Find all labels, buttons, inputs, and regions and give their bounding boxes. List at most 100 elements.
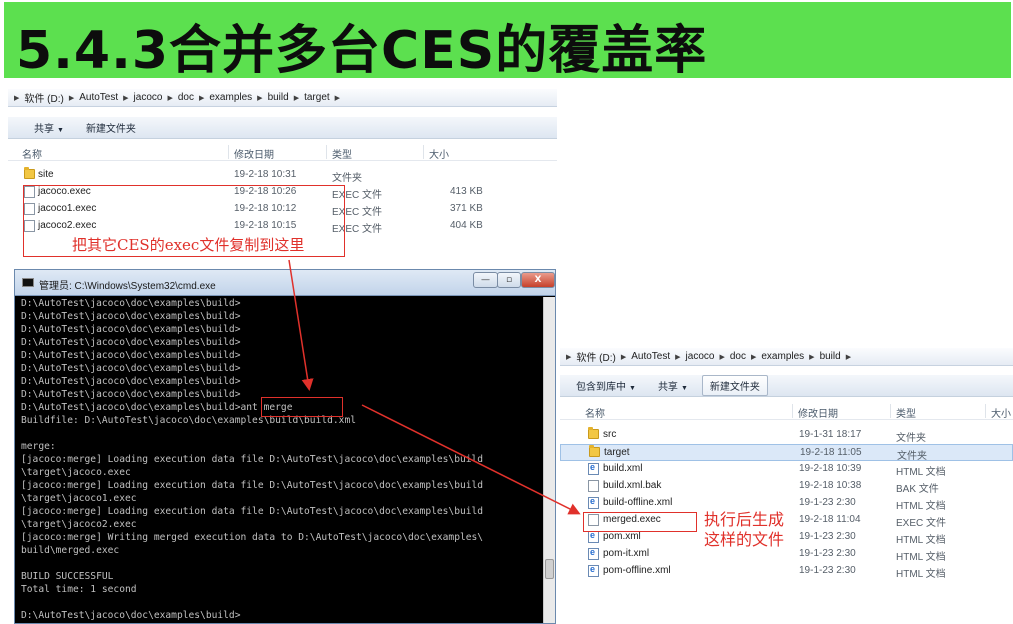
file-name: pom-it.xml xyxy=(603,548,650,559)
file-name: build.xml xyxy=(603,463,643,474)
column-type[interactable]: 类型 xyxy=(332,146,352,161)
chevron-right-icon[interactable]: ▶ xyxy=(121,94,130,102)
scrollbar[interactable] xyxy=(543,297,555,623)
breadcrumb-item[interactable]: examples xyxy=(206,92,255,103)
column-date[interactable]: 修改日期 xyxy=(798,405,838,420)
generated-file-annotation-line2: 这样的文件 xyxy=(704,530,785,549)
file-row[interactable]: pom-offline.xml 19-1-23 2:30 HTML 文档 xyxy=(560,563,1013,580)
chevron-right-icon[interactable]: ▶ xyxy=(564,353,573,361)
share-menu-button[interactable]: 共享 ▼ xyxy=(650,375,696,396)
breadcrumb-item[interactable]: AutoTest xyxy=(628,351,673,362)
column-divider[interactable] xyxy=(890,404,891,418)
breadcrumb-item[interactable]: 软件 (D:) xyxy=(573,349,618,364)
chevron-right-icon[interactable]: ▶ xyxy=(807,353,816,361)
slide-title: 5.4.3合并多台CES的覆盖率 xyxy=(16,21,708,81)
cmd-line xyxy=(21,557,545,570)
column-size[interactable]: 大小 xyxy=(429,146,449,161)
include-library-menu-button[interactable]: 包含到库中 ▼ xyxy=(568,375,644,396)
maximize-button[interactable]: ▫ xyxy=(497,272,521,288)
cmd-output[interactable]: D:\AutoTest\jacoco\doc\examples\build> D:… xyxy=(21,297,545,622)
xml-file-icon xyxy=(588,564,599,577)
xml-file-icon xyxy=(588,462,599,475)
file-row[interactable]: build-offline.xml 19-1-23 2:30 HTML 文档 xyxy=(560,495,1013,512)
merged-exec-highlight-box xyxy=(583,512,697,532)
file-row[interactable]: site 19-2-18 10:31 文件夹 xyxy=(8,167,557,184)
file-row[interactable]: build.xml 19-2-18 10:39 HTML 文档 xyxy=(560,461,1013,478)
new-folder-button[interactable]: 新建文件夹 xyxy=(78,117,144,138)
chevron-right-icon[interactable]: ▶ xyxy=(844,353,853,361)
chevron-right-icon[interactable]: ▶ xyxy=(255,94,264,102)
scrollbar-thumb[interactable] xyxy=(545,559,554,579)
chevron-right-icon[interactable]: ▶ xyxy=(333,94,342,102)
breadcrumb-item[interactable]: jacoco xyxy=(683,351,718,362)
file-name: src xyxy=(603,429,617,440)
column-divider[interactable] xyxy=(326,145,327,159)
file-row[interactable]: pom-it.xml 19-1-23 2:30 HTML 文档 xyxy=(560,546,1013,563)
copy-exec-annotation: 把其它CES的exec文件复制到这里 xyxy=(72,236,305,254)
chevron-right-icon[interactable]: ▶ xyxy=(165,94,174,102)
address-breadcrumb[interactable]: ▶ 软件 (D:) ▶ AutoTest ▶ jacoco ▶ doc ▶ examples ▶ bu… xyxy=(560,348,1013,366)
file-type: HTML 文档 xyxy=(896,501,946,512)
new-folder-button[interactable]: 新建文件夹 xyxy=(701,375,768,396)
chevron-right-icon[interactable]: ▶ xyxy=(12,94,21,102)
breadcrumb-item[interactable]: doc xyxy=(175,92,197,103)
cmd-line: D:\AutoTest\jacoco\doc\examples\build> xyxy=(21,311,241,322)
file-date: 19-1-23 2:30 xyxy=(799,497,856,508)
cmd-line: \target\jacoco2.exec xyxy=(21,519,137,530)
cmd-icon xyxy=(22,278,34,287)
file-type: 文件夹 xyxy=(332,173,362,184)
minimize-button[interactable]: — xyxy=(473,272,498,288)
file-date: 19-2-18 11:04 xyxy=(799,514,861,525)
folder-icon xyxy=(24,167,35,179)
file-date: 19-2-18 11:05 xyxy=(800,447,862,458)
cmd-line: D:\AutoTest\jacoco\doc\examples\build> xyxy=(21,376,241,387)
cmd-line: D:\AutoTest\jacoco\doc\examples\build> xyxy=(21,298,241,309)
chevron-right-icon[interactable]: ▶ xyxy=(673,353,682,361)
cmd-line: D:\AutoTest\jacoco\doc\examples\build> xyxy=(21,350,241,361)
column-date[interactable]: 修改日期 xyxy=(234,146,274,161)
explorer-toolbar: 共享 ▼ 新建文件夹 xyxy=(8,117,557,139)
chevron-right-icon[interactable]: ▶ xyxy=(749,353,758,361)
cmd-line: D:\AutoTest\jacoco\doc\examples\build> xyxy=(21,363,241,374)
breadcrumb-item[interactable]: examples xyxy=(758,351,807,362)
address-breadcrumb[interactable]: ▶ 软件 (D:) ▶ AutoTest ▶ jacoco ▶ doc ▶ examples ▶ bu… xyxy=(8,89,557,107)
breadcrumb-item[interactable]: jacoco xyxy=(131,92,166,103)
breadcrumb-item[interactable]: doc xyxy=(727,351,749,362)
cmd-line: Total time: 1 second xyxy=(21,584,137,595)
cmd-line: [jacoco:merge] Writing merged execution … xyxy=(21,532,484,543)
cmd-line: \target\jacoco.exec xyxy=(21,467,131,478)
column-size[interactable]: 大小 xyxy=(991,405,1011,420)
chevron-right-icon[interactable]: ▶ xyxy=(619,353,628,361)
file-date: 19-1-23 2:30 xyxy=(799,531,856,542)
file-name: build-offline.xml xyxy=(603,497,673,508)
cmd-line: merge: xyxy=(21,441,56,452)
close-button[interactable]: X xyxy=(521,272,555,288)
breadcrumb-item[interactable]: 软件 (D:) xyxy=(21,90,66,105)
chevron-right-icon[interactable]: ▶ xyxy=(67,94,76,102)
file-type: EXEC 文件 xyxy=(896,518,947,529)
breadcrumb-item[interactable]: build xyxy=(817,351,844,362)
column-name[interactable]: 名称 xyxy=(22,146,42,161)
column-header: 名称 修改日期 类型 大小 xyxy=(8,143,557,161)
file-type: BAK 文件 xyxy=(896,484,939,495)
breadcrumb-item[interactable]: target xyxy=(301,92,333,103)
chevron-right-icon[interactable]: ▶ xyxy=(292,94,301,102)
file-row[interactable]: build.xml.bak 19-2-18 10:38 BAK 文件 xyxy=(560,478,1013,495)
chevron-right-icon[interactable]: ▶ xyxy=(197,94,206,102)
file-row[interactable]: target 19-2-18 11:05 文件夹 xyxy=(560,444,1013,462)
column-divider[interactable] xyxy=(985,404,986,418)
column-divider[interactable] xyxy=(228,145,229,159)
file-row[interactable]: src 19-1-31 18:17 文件夹 xyxy=(560,427,1013,444)
chevron-down-icon: ▼ xyxy=(57,127,64,134)
breadcrumb-item[interactable]: AutoTest xyxy=(76,92,121,103)
chevron-right-icon[interactable]: ▶ xyxy=(717,353,726,361)
file-date: 19-2-18 10:38 xyxy=(799,480,862,491)
column-divider[interactable] xyxy=(423,145,424,159)
cmd-titlebar[interactable]: 管理员: C:\Windows\System32\cmd.exe — ▫ X xyxy=(15,270,555,296)
file-date: 19-1-23 2:30 xyxy=(799,548,856,559)
column-type[interactable]: 类型 xyxy=(896,405,916,420)
breadcrumb-item[interactable]: build xyxy=(265,92,292,103)
column-divider[interactable] xyxy=(792,404,793,418)
column-name[interactable]: 名称 xyxy=(585,405,605,420)
share-menu-button[interactable]: 共享 ▼ xyxy=(26,117,72,138)
